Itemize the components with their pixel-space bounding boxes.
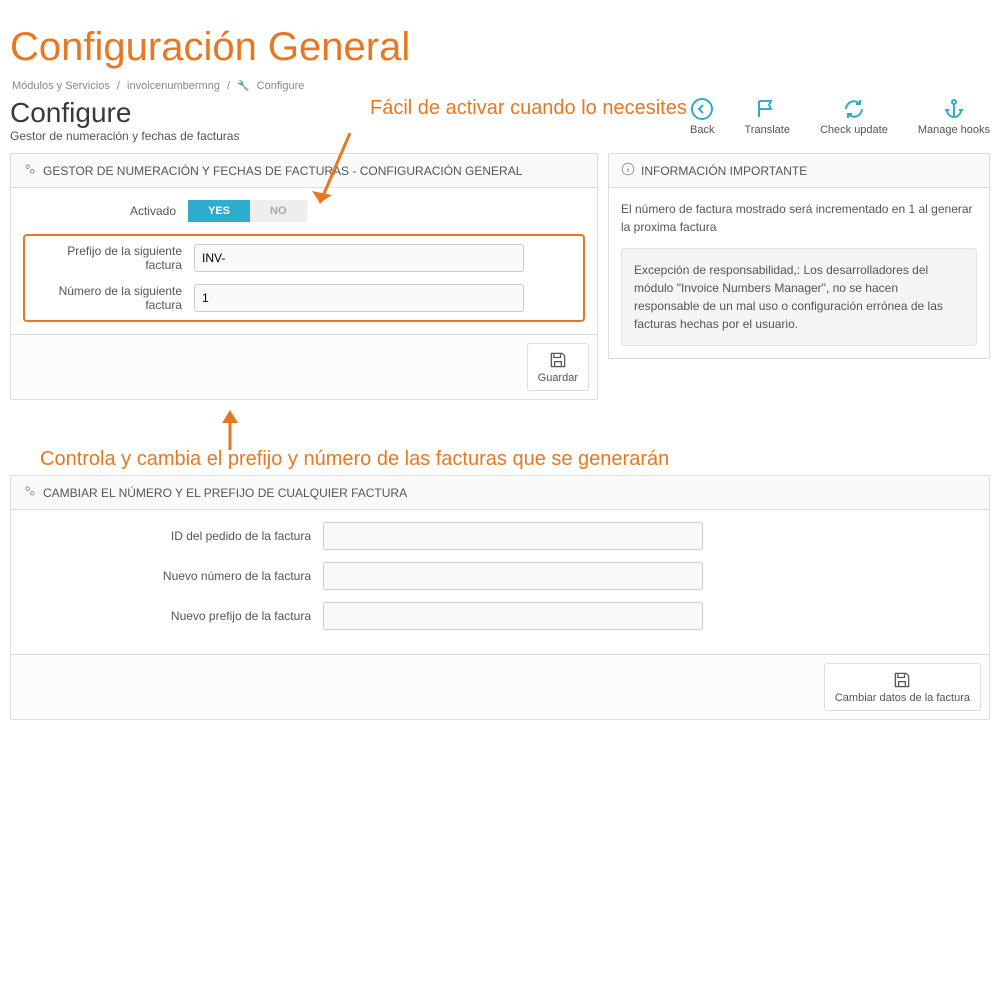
nuevo-prefijo-input[interactable] xyxy=(323,602,703,630)
check-update-button[interactable]: Check update xyxy=(820,97,888,136)
save-icon xyxy=(548,350,568,370)
toolbar: Back Translate Check update Manage hooks xyxy=(690,97,990,136)
save-icon xyxy=(892,670,912,690)
breadcrumb-item[interactable]: Módulos y Servicios xyxy=(12,80,110,92)
general-config-panel: GESTOR DE NUMERACIÓN Y FECHAS DE FACTURA… xyxy=(10,153,598,400)
info-icon xyxy=(621,162,635,179)
disclaimer-well: Excepción de responsabilidad,: Los desar… xyxy=(621,248,977,346)
page-subtitle: Gestor de numeración y fechas de factura… xyxy=(10,129,330,143)
page-title: Configure xyxy=(10,97,330,129)
activado-switch[interactable]: YES NO xyxy=(188,200,518,222)
change-panel-heading: CAMBIAR EL NÚMERO Y EL PREFIJO DE CUALQU… xyxy=(43,486,407,500)
info-panel-heading: INFORMACIÓN IMPORTANTE xyxy=(641,164,807,178)
activado-label: Activado xyxy=(23,204,188,218)
cogs-icon xyxy=(23,484,37,501)
panel-heading-text: GESTOR DE NUMERACIÓN Y FECHAS DE FACTURA… xyxy=(43,164,522,178)
back-button[interactable]: Back xyxy=(690,97,714,136)
prefijo-input[interactable] xyxy=(194,244,524,272)
breadcrumb-item: Configure xyxy=(257,80,305,92)
manage-hooks-button[interactable]: Manage hooks xyxy=(918,97,990,136)
breadcrumb: Módulos y Servicios / invoicenumbermng /… xyxy=(10,80,990,92)
switch-no[interactable]: NO xyxy=(250,200,307,222)
change-invoice-save-button[interactable]: Cambiar datos de la factura xyxy=(824,663,981,711)
nuevo-numero-label: Nuevo número de la factura xyxy=(23,569,323,583)
translate-button[interactable]: Translate xyxy=(745,97,790,136)
cogs-icon xyxy=(23,162,37,179)
switch-yes[interactable]: YES xyxy=(188,200,250,222)
nuevo-prefijo-label: Nuevo prefijo de la factura xyxy=(23,609,323,623)
info-text-1: El número de factura mostrado será incre… xyxy=(621,200,977,236)
annotation-title: Configuración General xyxy=(10,25,990,70)
wrench-icon: 🔧 xyxy=(237,81,249,92)
save-button[interactable]: Guardar xyxy=(527,343,589,391)
id-pedido-label: ID del pedido de la factura xyxy=(23,529,323,543)
change-invoice-panel: CAMBIAR EL NÚMERO Y EL PREFIJO DE CUALQU… xyxy=(10,475,990,720)
anchor-icon xyxy=(942,97,966,121)
back-icon xyxy=(690,97,714,121)
annotation-subtitle-2: Controla y cambia el prefijo y número de… xyxy=(40,448,669,471)
prefijo-label: Prefijo de la siguiente factura xyxy=(29,244,194,272)
numero-label: Número de la siguiente factura xyxy=(29,284,194,312)
id-pedido-input[interactable] xyxy=(323,522,703,550)
refresh-icon xyxy=(842,97,866,121)
nuevo-numero-input[interactable] xyxy=(323,562,703,590)
breadcrumb-item[interactable]: invoicenumbermng xyxy=(127,80,220,92)
annotation-highlight-box: Prefijo de la siguiente factura Número d… xyxy=(23,234,585,322)
numero-input[interactable] xyxy=(194,284,524,312)
flag-icon xyxy=(755,97,779,121)
info-panel: INFORMACIÓN IMPORTANTE El número de fact… xyxy=(608,153,990,359)
annotation-subtitle-1: Fácil de activar cuando lo necesites xyxy=(370,97,690,120)
